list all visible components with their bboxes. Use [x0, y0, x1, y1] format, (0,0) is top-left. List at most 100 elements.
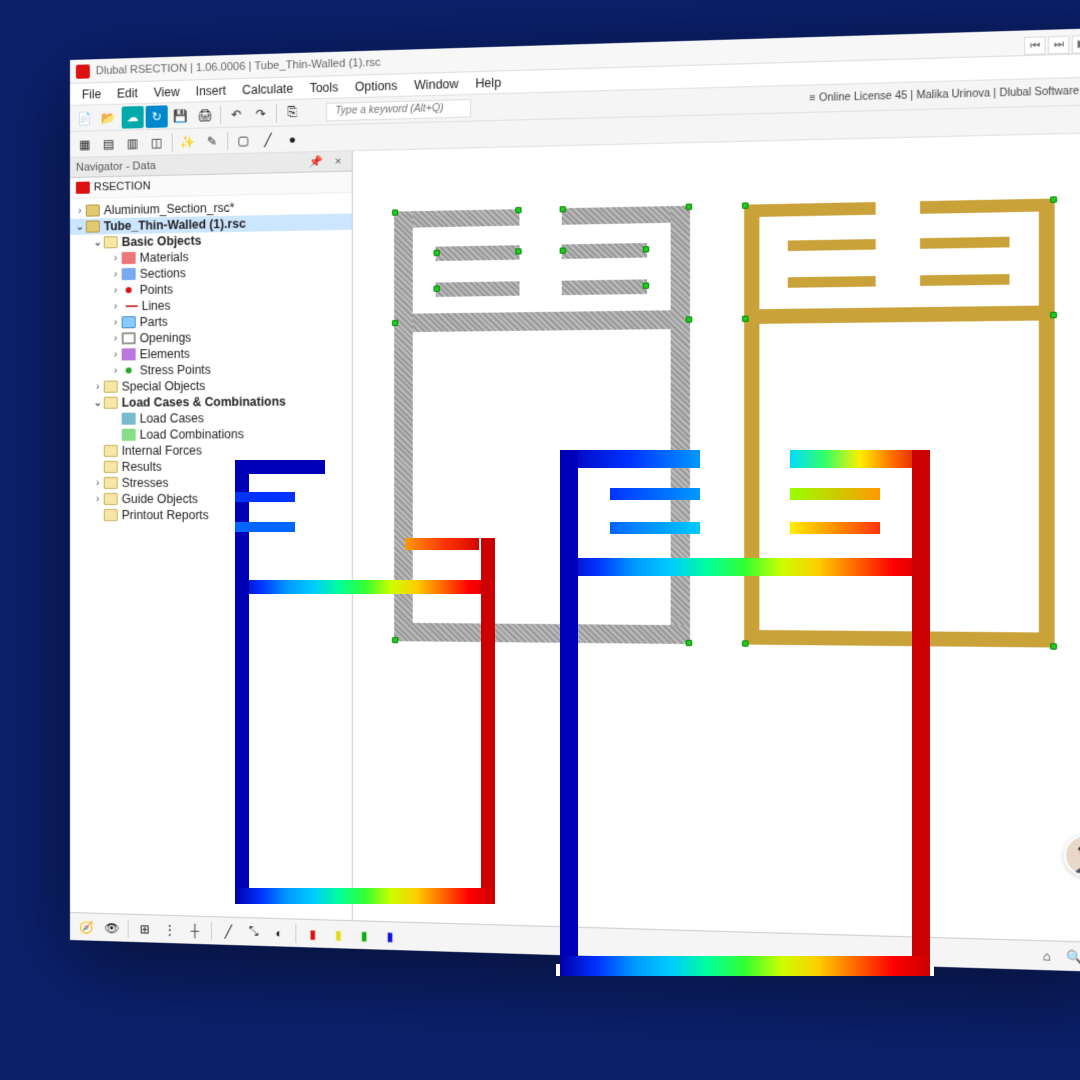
- btool-snap1[interactable]: ⊞: [134, 917, 156, 940]
- expand-icon[interactable]: ›: [92, 477, 104, 488]
- expand-icon[interactable]: ›: [92, 493, 104, 504]
- menu-calculate[interactable]: Calculate: [234, 79, 301, 99]
- tool-box[interactable]: ▢: [232, 129, 254, 152]
- tree-label: Points: [140, 282, 173, 297]
- separator: [227, 131, 228, 149]
- tool-undo[interactable]: ↶: [225, 103, 247, 126]
- btool-color4[interactable]: ▮: [379, 925, 402, 948]
- license-info: ≡ Online License 45 | Malika Urinova | D…: [809, 84, 1080, 104]
- tree-label: Openings: [140, 331, 192, 346]
- tree-label: Lines: [142, 299, 171, 313]
- btool-snap2[interactable]: ⋮: [159, 918, 181, 941]
- elements-icon: [122, 348, 136, 360]
- expand-icon[interactable]: ›: [110, 301, 122, 312]
- menu-help[interactable]: Help: [467, 73, 510, 93]
- menu-options[interactable]: Options: [346, 76, 405, 96]
- tree-label: Printout Reports: [122, 508, 209, 522]
- tree-label: Aluminium_Section_rsc*: [104, 201, 235, 218]
- tool-sync[interactable]: ↻: [146, 105, 168, 128]
- tree-load-cases[interactable]: Load Cases: [70, 409, 352, 427]
- menu-insert[interactable]: Insert: [188, 81, 234, 101]
- menu-tools[interactable]: Tools: [301, 77, 346, 97]
- tool-new[interactable]: 📄: [74, 107, 96, 130]
- expand-icon[interactable]: ›: [110, 365, 122, 376]
- folder-icon: [104, 397, 118, 409]
- folder-icon: [104, 381, 118, 393]
- expand-icon[interactable]: ›: [92, 381, 104, 392]
- tool-edit2[interactable]: ✎: [201, 130, 223, 153]
- tool-view2[interactable]: ▤: [98, 132, 120, 155]
- openings-icon: [122, 332, 136, 344]
- nav-controls: 📌 ×: [305, 154, 345, 168]
- tool-line[interactable]: ╱: [257, 128, 279, 151]
- expand-icon[interactable]: ›: [110, 285, 122, 296]
- folder-icon: [104, 477, 118, 489]
- sections-icon: [122, 268, 136, 280]
- btool-color2[interactable]: ▮: [327, 923, 350, 946]
- btool-home[interactable]: ⌂: [1034, 944, 1059, 968]
- btool-nav[interactable]: 🧭: [76, 916, 98, 939]
- tree-load-combinations[interactable]: Load Combinations: [70, 426, 352, 443]
- tool-wand[interactable]: ✨: [177, 130, 199, 153]
- file-icon: [86, 204, 100, 216]
- menu-window[interactable]: Window: [406, 74, 467, 94]
- btool-zoom[interactable]: 🔍: [1063, 944, 1080, 968]
- nav-pin-icon[interactable]: 📌: [305, 156, 327, 169]
- stress-result-right: [560, 440, 930, 1000]
- app-title: Dlubal RSECTION | 1.06.0006 | Tube_Thin-…: [96, 56, 381, 77]
- tool-node[interactable]: ●: [281, 127, 303, 150]
- user-avatar[interactable]: [1064, 834, 1080, 878]
- expand-icon[interactable]: ›: [110, 253, 122, 264]
- tree-label: Internal Forces: [122, 443, 202, 457]
- app-icon: [76, 64, 90, 78]
- file-icon: [86, 220, 100, 232]
- tool-redo[interactable]: ↷: [249, 102, 271, 125]
- materials-icon: [122, 252, 136, 264]
- avatar-image: [1066, 836, 1080, 876]
- search-input[interactable]: [326, 98, 471, 120]
- btool-snap3[interactable]: ┼: [184, 919, 206, 942]
- expand-icon[interactable]: ⌄: [92, 397, 104, 408]
- project-icon: [76, 182, 90, 194]
- expand-icon[interactable]: ⌄: [92, 237, 104, 248]
- loadcomb-icon: [122, 429, 136, 441]
- btool-eye[interactable]: 👁: [101, 916, 123, 939]
- tool-view1[interactable]: ▦: [74, 133, 96, 156]
- tree-label: Sections: [140, 266, 186, 281]
- expand-icon[interactable]: ›: [110, 349, 122, 360]
- folder-icon: [104, 445, 118, 457]
- btool-color1[interactable]: ▮: [301, 922, 324, 945]
- nav-play[interactable]: ▶: [1072, 35, 1080, 54]
- tree-label: Load Cases & Combinations: [122, 394, 286, 409]
- nav-next[interactable]: ⏭: [1048, 36, 1070, 55]
- expand-icon[interactable]: ›: [110, 333, 122, 344]
- tool-view4[interactable]: ◫: [146, 131, 168, 154]
- tool-view3[interactable]: ▥: [122, 132, 144, 155]
- folder-icon: [104, 493, 118, 505]
- menu-file[interactable]: File: [74, 84, 109, 103]
- btool-draw3[interactable]: ◐: [268, 921, 290, 944]
- folder-icon: [104, 461, 118, 473]
- tool-save[interactable]: 💾: [170, 104, 192, 127]
- tool-cloud[interactable]: ☁: [122, 105, 144, 128]
- expand-icon[interactable]: ⌄: [74, 221, 86, 232]
- separator: [128, 919, 129, 937]
- expand-icon[interactable]: ›: [110, 317, 122, 328]
- folder-icon: [104, 236, 118, 248]
- menu-edit[interactable]: Edit: [109, 83, 146, 102]
- btool-color3[interactable]: ▮: [353, 924, 376, 947]
- tree-load-cases-comb[interactable]: ⌄ Load Cases & Combinations: [70, 393, 352, 411]
- parts-icon: [122, 316, 136, 328]
- expand-icon[interactable]: ›: [74, 205, 86, 216]
- menu-view[interactable]: View: [146, 82, 188, 101]
- btool-draw1[interactable]: ╱: [217, 920, 239, 943]
- tool-copy[interactable]: ⎘: [281, 101, 303, 124]
- nav-close-icon[interactable]: ×: [331, 155, 346, 168]
- window-controls: ⏮ ⏭ ▶ ⚑: [1025, 34, 1080, 55]
- tool-open[interactable]: 📂: [98, 106, 120, 129]
- tool-print[interactable]: 🖨: [194, 103, 216, 126]
- expand-icon[interactable]: ›: [110, 269, 122, 280]
- btool-draw2[interactable]: ⤡: [242, 921, 264, 944]
- nav-prev[interactable]: ⏮: [1025, 36, 1046, 55]
- tree-label: Basic Objects: [122, 234, 202, 250]
